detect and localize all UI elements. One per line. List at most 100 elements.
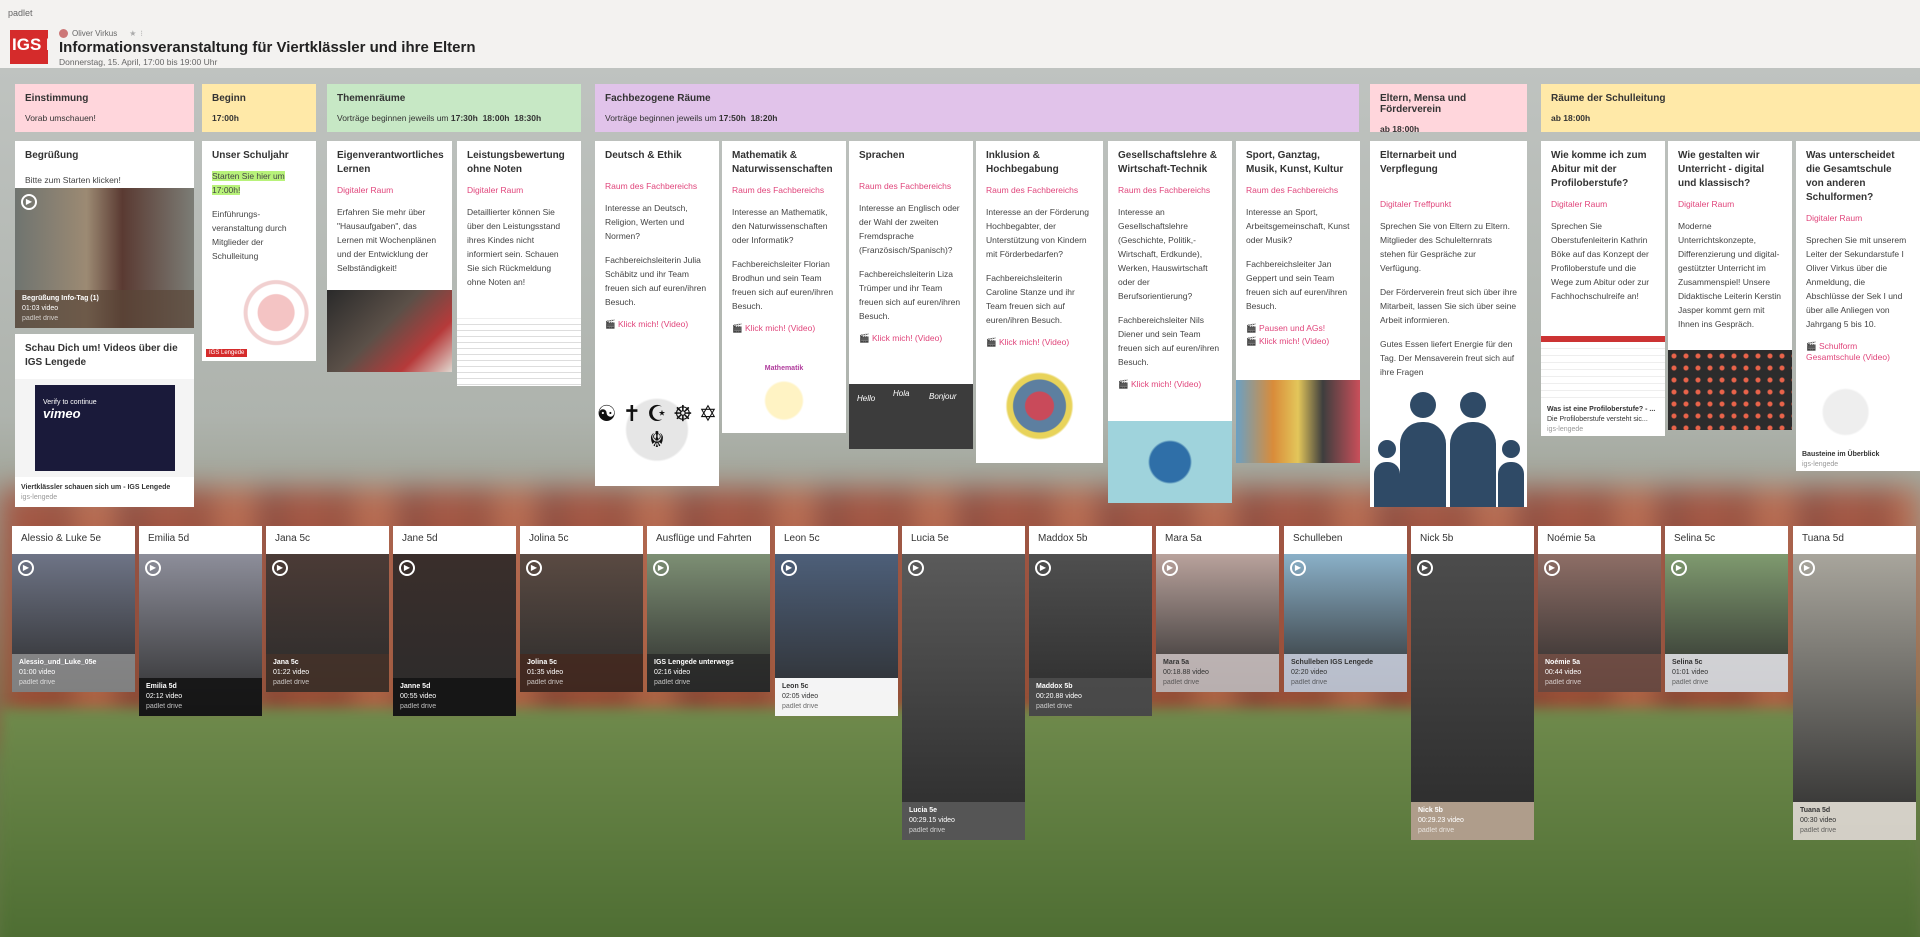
video-card[interactable]: Lucia 5e ▶ Lucia 5e 00:29.15 video padlet dr… (902, 526, 1025, 840)
digital-room-link[interactable]: Digitaler Raum (457, 177, 581, 195)
card-profiloberstufe[interactable]: Wie komme ich zum Abitur mit der Profilo… (1541, 141, 1665, 436)
video-thumbnail[interactable]: ▶ Alessio_und_Luke_05e 01:00 video padlet d… (12, 554, 135, 692)
link-preview-image[interactable]: Verify to continue vimeo (15, 379, 194, 477)
video-thumbnail[interactable]: ▶ Selina 5c 01:01 video padlet drive (1665, 554, 1788, 692)
card-gesellschaftslehre[interactable]: Gesellschaftslehre & Wirtschaft-Technik … (1108, 141, 1232, 503)
card-unterricht[interactable]: Wie gestalten wir Unterricht - digital u… (1668, 141, 1792, 430)
treffpunkt-link[interactable]: Digitaler Treffpunkt (1370, 177, 1527, 209)
globe-image[interactable] (1108, 421, 1232, 503)
play-icon[interactable]: ▶ (399, 560, 415, 576)
video-card[interactable]: Emilia 5d ▶ Emilia 5d 02:12 video padlet dri… (139, 526, 262, 716)
video-link[interactable]: 🎬 Klick mich! (Video) (976, 327, 1103, 348)
video-card[interactable]: Schulleben ▶ Schulleben IGS Lengede 02:20 v… (1284, 526, 1407, 692)
board-author[interactable]: Oliver Virkus ★ ⁝ (59, 29, 143, 38)
video-thumbnail[interactable]: ▶ IGS Lengede unterwegs 02:16 video padlet … (647, 554, 770, 692)
video-thumbnail[interactable]: ▶ Mara 5a 00:18.88 video padlet drive (1156, 554, 1279, 692)
video-thumbnail[interactable]: ▶ Lucia 5e 00:29.15 video padlet drive (902, 554, 1025, 840)
section-beginn[interactable]: Beginn 17:00h (202, 84, 316, 132)
video-card[interactable]: Jana 5c ▶ Jana 5c 01:22 video padlet drive (266, 526, 389, 692)
section-fachbezogene-raeume[interactable]: Fachbezogene Räume Vorträge beginnen jew… (595, 84, 1359, 132)
video-card[interactable]: Nick 5b ▶ Nick 5b 00:29.23 video padlet driv… (1411, 526, 1534, 840)
play-icon[interactable]: ▶ (1671, 560, 1687, 576)
video-link[interactable]: 🎬 Klick mich! (Video) (1236, 334, 1360, 347)
video-card[interactable]: Selina 5c ▶ Selina 5c 01:01 video padlet dri… (1665, 526, 1788, 692)
video-thumbnail[interactable]: ▶ Begrüßung Info-Tag (1) 01:03 video pad… (15, 188, 194, 328)
video-card[interactable]: Noémie 5a ▶ Noémie 5a 00:44 video padlet dri… (1538, 526, 1661, 692)
play-icon[interactable]: ▶ (1290, 560, 1306, 576)
fachbereich-link[interactable]: Raum des Fachbereichs (849, 163, 973, 191)
play-icon[interactable]: ▶ (1544, 560, 1560, 576)
languages-image[interactable]: Hello Bonjour Hola (849, 384, 973, 449)
section-themenraeume[interactable]: Themenräume Vorträge beginnen jeweils um… (327, 84, 581, 132)
more-icon[interactable]: ⁝ (140, 29, 143, 38)
website-preview-image[interactable] (1541, 336, 1665, 401)
video-thumbnail[interactable]: ▶ Emilia 5d 02:12 video padlet drive (139, 554, 262, 716)
video-card[interactable]: Maddox 5b ▶ Maddox 5b 00:20.88 video padlet … (1029, 526, 1152, 716)
play-icon[interactable]: ▶ (1417, 560, 1433, 576)
infographic-image[interactable]: IGS Lengede (202, 273, 316, 361)
video-link[interactable]: 🎬 Klick mich! (Video) (722, 313, 846, 334)
fachbereich-link[interactable]: Raum des Fachbereichs (1108, 177, 1232, 195)
tablet-photo[interactable] (327, 290, 452, 372)
video-card[interactable]: Tuana 5d ▶ Tuana 5d 00:30 video padlet drive (1793, 526, 1916, 840)
card-unser-schuljahr[interactable]: Unser Schuljahr Starten Sie hier um 17:0… (202, 141, 316, 361)
video-thumbnail[interactable]: ▶ Janne 5d 00:55 video padlet drive (393, 554, 516, 716)
card-sprachen[interactable]: Sprachen Raum des Fachbereichs Interesse… (849, 141, 973, 449)
tree-image[interactable] (976, 371, 1103, 463)
play-icon[interactable]: ▶ (21, 194, 37, 210)
play-icon[interactable]: ▶ (781, 560, 797, 576)
video-thumbnail[interactable]: ▶ Schulleben IGS Lengede 02:20 video padlet… (1284, 554, 1407, 692)
card-mathematik[interactable]: Mathematik & Naturwissenschaften Raum de… (722, 141, 846, 433)
section-einstimmung[interactable]: Einstimmung Vorab umschauen! (15, 84, 194, 132)
bausteine-image[interactable] (1796, 377, 1920, 447)
play-icon[interactable]: ▶ (272, 560, 288, 576)
digital-room-link[interactable]: Digitaler Raum (1668, 191, 1792, 209)
fachbereich-link[interactable]: Raum des Fachbereichs (1236, 177, 1360, 195)
video-card[interactable]: Jane 5d ▶ Janne 5d 00:55 video padlet drive (393, 526, 516, 716)
video-card[interactable]: Jolina 5c ▶ Jolina 5c 01:35 video padlet dri… (520, 526, 643, 692)
report-document-image[interactable] (457, 318, 581, 386)
video-link[interactable]: 🎬 Klick mich! (Video) (1108, 369, 1232, 390)
video-thumbnail[interactable]: ▶ Jana 5c 01:22 video padlet drive (266, 554, 389, 692)
video-link[interactable]: 🎬 Klick mich! (Video) (849, 323, 973, 344)
video-link[interactable]: 🎬 Schulform Gesamtschule (Video) (1796, 331, 1920, 362)
card-schau-dich-um[interactable]: Schau Dich um! Videos über die IGS Lenge… (15, 334, 194, 507)
video-card[interactable]: Mara 5a ▶ Mara 5a 00:18.88 video padlet driv… (1156, 526, 1279, 692)
star-icon[interactable]: ★ (129, 29, 136, 38)
video-thumbnail[interactable]: ▶ Maddox 5b 00:20.88 video padlet drive (1029, 554, 1152, 716)
fachbereich-link[interactable]: Raum des Fachbereichs (976, 177, 1103, 195)
play-icon[interactable]: ▶ (1162, 560, 1178, 576)
fachbereich-link[interactable]: Raum des Fachbereichs (722, 177, 846, 195)
video-card[interactable]: Alessio & Luke 5e ▶ Alessio_und_Luke_05e 01… (12, 526, 135, 692)
art-supplies-image[interactable] (1236, 380, 1360, 463)
play-icon[interactable]: ▶ (653, 560, 669, 576)
fachbereich-link[interactable]: Raum des Fachbereichs (595, 163, 719, 191)
play-icon[interactable]: ▶ (1035, 560, 1051, 576)
card-eigenverantwortliches-lernen[interactable]: Eigenverantwortliches Lernen Digitaler R… (327, 141, 452, 372)
card-begruessung[interactable]: Begrüßung Bitte zum Starten klicken! ▶ B… (15, 141, 194, 328)
play-icon[interactable]: ▶ (908, 560, 924, 576)
video-thumbnail[interactable]: ▶ Leon 5c 02:05 video padlet drive (775, 554, 898, 716)
video-thumbnail[interactable]: ▶ Jolina 5c 01:35 video padlet drive (520, 554, 643, 692)
video-card[interactable]: Ausflüge und Fahrten ▶ IGS Lengede unterwe… (647, 526, 770, 692)
video-link[interactable]: 🎬 Klick mich! (Video) (595, 309, 719, 330)
mathematik-logo[interactable]: Mathematik (722, 361, 846, 433)
padlet-logo[interactable]: padlet (8, 8, 33, 18)
card-elternarbeit[interactable]: Elternarbeit und Verpflegung Digitaler T… (1370, 141, 1527, 507)
play-icon[interactable]: ▶ (1799, 560, 1815, 576)
play-icon[interactable]: ▶ (18, 560, 34, 576)
card-deutsch-ethik[interactable]: Deutsch & Ethik Raum des Fachbereichs In… (595, 141, 719, 486)
card-leistungsbewertung[interactable]: Leistungsbewertung ohne Noten Digitaler … (457, 141, 581, 386)
section-eltern[interactable]: Eltern, Mensa und Förderverein ab 18:00h (1370, 84, 1527, 134)
video-thumbnail[interactable]: ▶ Tuana 5d 00:30 video padlet drive (1793, 554, 1916, 840)
family-icon[interactable] (1370, 382, 1527, 507)
play-icon[interactable]: ▶ (145, 560, 161, 576)
digital-room-link[interactable]: Digitaler Raum (1541, 191, 1665, 209)
digital-room-link[interactable]: Digitaler Raum (1796, 205, 1920, 223)
religion-symbols-image[interactable]: ☯ ✝ ☪ ☸ ✡ ☬ (595, 361, 719, 486)
video-thumbnail[interactable]: ▶ Noémie 5a 00:44 video padlet drive (1538, 554, 1661, 692)
play-icon[interactable]: ▶ (526, 560, 542, 576)
digital-board-image[interactable] (1668, 350, 1792, 430)
digital-room-link[interactable]: Digitaler Raum (327, 177, 452, 195)
video-card[interactable]: Leon 5c ▶ Leon 5c 02:05 video padlet drive (775, 526, 898, 716)
